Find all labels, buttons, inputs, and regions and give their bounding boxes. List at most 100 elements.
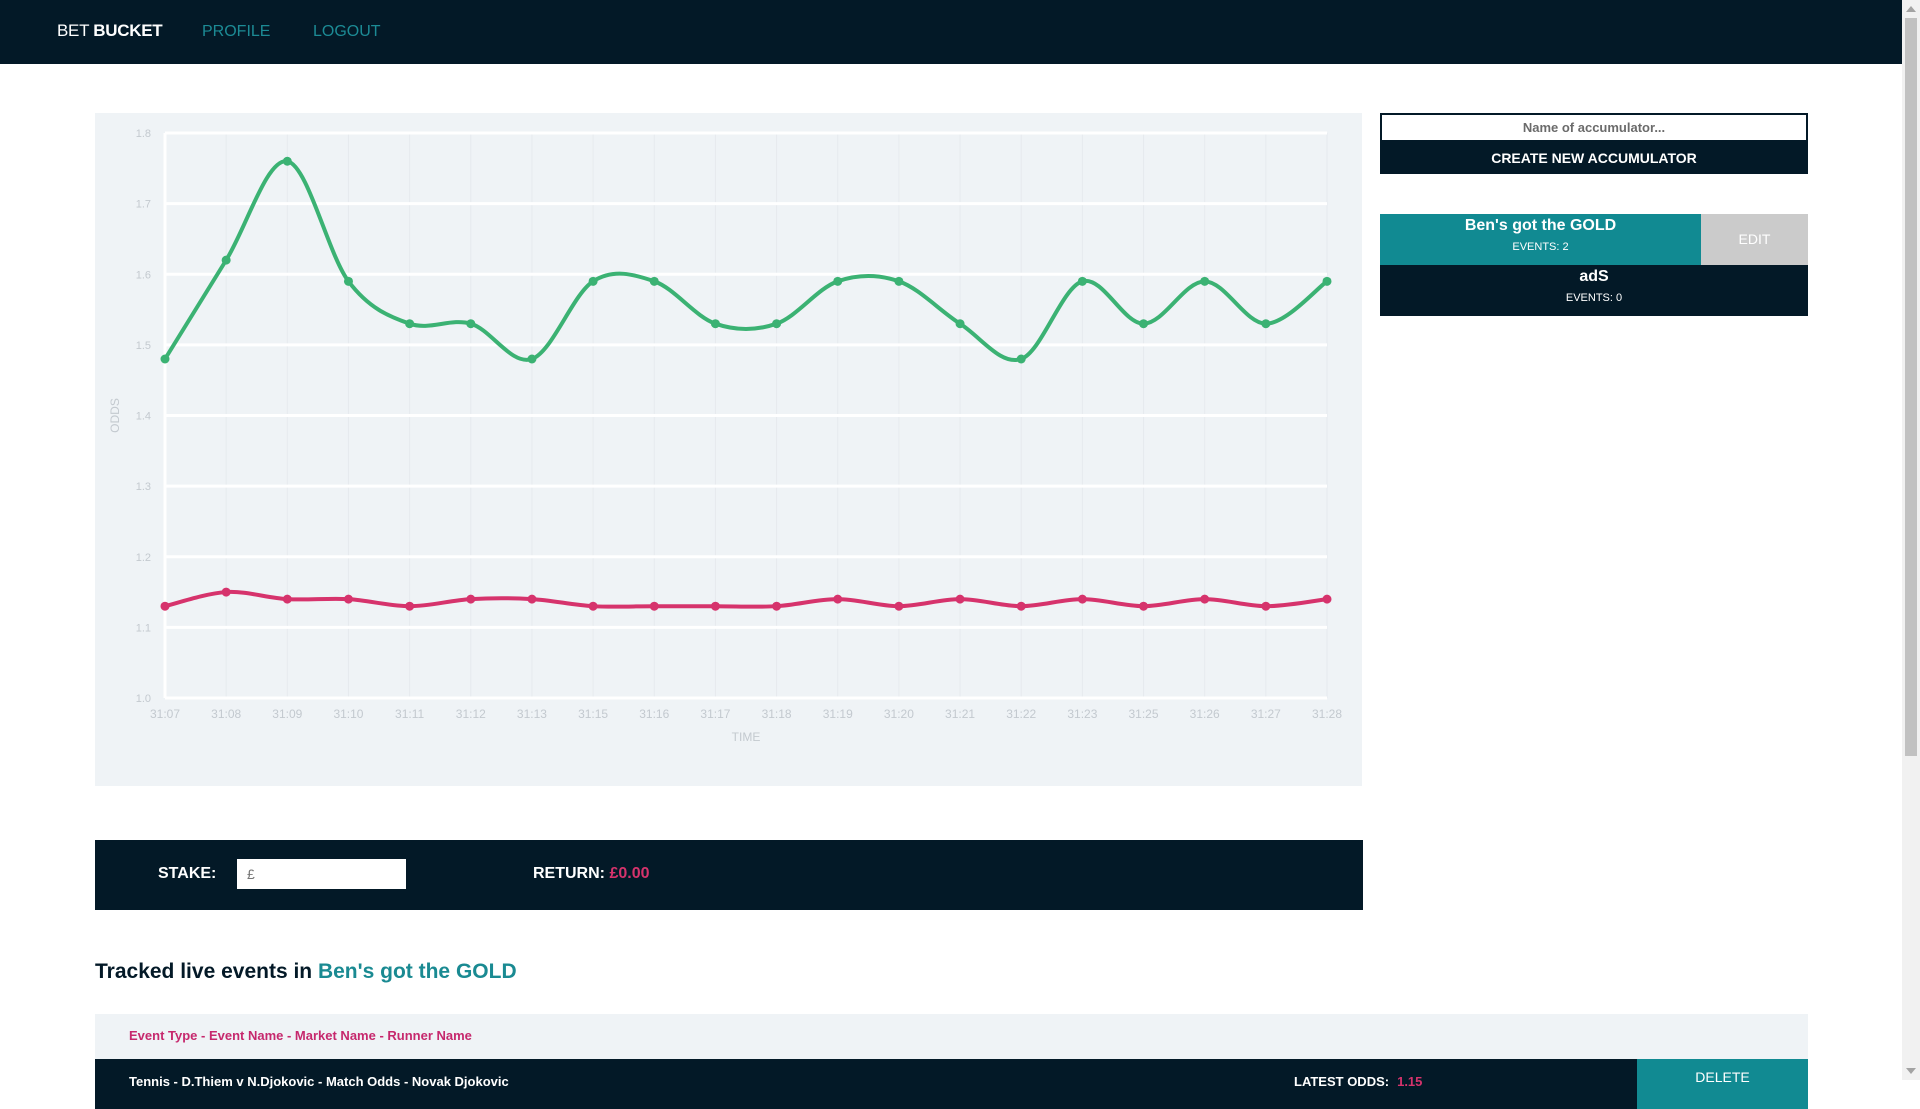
odds-chart: 1.0 1.1 1.2 1.3 1.4 1.5 1.6 1.7 1.8 31:07 31:08 31:… <box>108 128 1342 744</box>
y-axis-title: ODDS <box>108 398 122 433</box>
series-line-0 <box>163 159 1329 363</box>
brand-part1: BET <box>57 21 94 40</box>
series-line-1 <box>163 589 1329 609</box>
tracked-heading-prefix: Tracked live events in <box>95 960 318 983</box>
create-accumulator-button[interactable]: CREATE NEW ACCUMULATOR <box>1380 142 1808 174</box>
accumulator-item[interactable]: adS EVENTS: 0 <box>1380 265 1808 316</box>
scroll-up-arrow-icon[interactable] <box>1906 6 1916 12</box>
series-point-0 <box>1016 354 1026 364</box>
x-tick-label: 31:17 <box>700 707 730 721</box>
x-tick-label: 31:21 <box>945 707 975 721</box>
series-point-0 <box>160 354 170 364</box>
x-tick-label: 31:18 <box>762 707 792 721</box>
series-point-0 <box>1077 276 1087 286</box>
y-tick-label: 1.3 <box>136 481 151 493</box>
series-point-1 <box>1077 594 1087 604</box>
series-point-0 <box>1139 319 1149 329</box>
series-point-0 <box>405 319 415 329</box>
return-value: £0.00 <box>609 865 650 882</box>
x-tick-label: 31:12 <box>456 707 486 721</box>
series-point-1 <box>282 594 292 604</box>
tracked-events-heading: Tracked live events in Ben's got the GOL… <box>95 960 517 984</box>
series-point-1 <box>160 601 170 611</box>
accumulator-name-input[interactable] <box>1380 113 1808 142</box>
series-point-0 <box>710 319 720 329</box>
series-point-1 <box>772 601 782 611</box>
series-point-1 <box>1016 601 1026 611</box>
x-tick-label: 31:27 <box>1251 707 1281 721</box>
y-tick-label: 1.5 <box>136 340 151 352</box>
x-tick-label: 31:23 <box>1067 707 1097 721</box>
accumulator-events-count: EVENTS: 0 <box>1565 292 1623 304</box>
x-tick-label: 31:28 <box>1312 707 1342 721</box>
series-point-1 <box>833 594 843 604</box>
accumulator-name: adS <box>1579 268 1609 285</box>
top-nav-bar: BET BUCKET PROFILE LOGOUT <box>0 0 1902 64</box>
x-axis-title: TIME <box>732 730 761 744</box>
x-tick-label: 31:19 <box>823 707 853 721</box>
delete-event-button[interactable]: DELETE <box>1637 1059 1808 1109</box>
series-point-1 <box>343 594 353 604</box>
y-tick-label: 1.6 <box>136 269 151 281</box>
accumulator-item[interactable]: Ben's got the GOLD EVENTS: 2 EDIT <box>1380 214 1808 265</box>
scroll-down-arrow-icon[interactable] <box>1906 1068 1916 1074</box>
x-tick-label: 31:09 <box>272 707 302 721</box>
series-point-1 <box>710 601 720 611</box>
event-name: Tennis - D.Thiem v N.Djokovic - Match Od… <box>129 1074 509 1089</box>
series-point-1 <box>221 587 231 597</box>
return-display: RETURN: £0.00 <box>533 865 650 883</box>
series-point-1 <box>405 601 415 611</box>
series-point-0 <box>1261 319 1271 329</box>
series-point-0 <box>649 276 659 286</box>
series-point-0 <box>343 276 353 286</box>
series-point-1 <box>1322 594 1332 604</box>
x-tick-label: 31:13 <box>517 707 547 721</box>
stake-input[interactable] <box>237 859 406 889</box>
series-point-1 <box>466 594 476 604</box>
latest-odds: LATEST ODDS: 1.15 <box>1294 1074 1422 1089</box>
y-tick-label: 1.7 <box>136 199 151 211</box>
nav-logout-link[interactable]: LOGOUT <box>313 23 381 41</box>
accumulator-select-ads[interactable]: adS EVENTS: 0 <box>1380 265 1808 316</box>
series-point-0 <box>772 319 782 329</box>
x-tick-label: 31:16 <box>639 707 669 721</box>
brand-logo[interactable]: BET BUCKET <box>57 21 163 41</box>
y-tick-label: 1.2 <box>136 552 151 564</box>
series-point-1 <box>527 594 537 604</box>
accumulator-name: Ben's got the GOLD <box>1464 217 1617 234</box>
series-point-1 <box>1261 601 1271 611</box>
series-point-0 <box>282 156 292 166</box>
scroll-thumb[interactable] <box>1905 18 1917 756</box>
x-tick-label: 31:22 <box>1006 707 1036 721</box>
series-point-0 <box>221 255 231 265</box>
y-tick-label: 1.1 <box>136 622 151 634</box>
accumulator-events-count: EVENTS: 2 <box>1512 241 1569 253</box>
x-tick-label: 31:26 <box>1190 707 1220 721</box>
x-tick-label: 31:25 <box>1129 707 1159 721</box>
series-point-1 <box>1139 601 1149 611</box>
y-tick-label: 1.8 <box>136 128 151 140</box>
series-point-0 <box>1200 276 1210 286</box>
return-label: RETURN: <box>533 865 605 882</box>
series-point-0 <box>588 276 598 286</box>
x-tick-label: 31:20 <box>884 707 914 721</box>
stake-bar: STAKE: RETURN: £0.00 <box>95 840 1363 910</box>
series-point-0 <box>527 354 537 364</box>
series-point-1 <box>894 601 904 611</box>
series-point-0 <box>1322 276 1332 286</box>
series-point-1 <box>1200 594 1210 604</box>
series-point-1 <box>649 601 659 611</box>
x-tick-label: 31:08 <box>211 707 241 721</box>
accumulator-select-ben[interactable]: Ben's got the GOLD EVENTS: 2 <box>1380 214 1701 265</box>
series-point-1 <box>955 594 965 604</box>
nav-profile-link[interactable]: PROFILE <box>202 23 270 41</box>
x-tick-label: 31:11 <box>395 707 424 721</box>
series-point-0 <box>466 319 476 329</box>
edit-accumulator-button[interactable]: EDIT <box>1701 214 1808 265</box>
series-point-0 <box>894 276 904 286</box>
page-scrollbar[interactable] <box>1902 0 1920 1080</box>
events-table-header: Event Type - Event Name - Market Name - … <box>95 1014 1808 1059</box>
latest-odds-label: LATEST ODDS: <box>1294 1074 1390 1089</box>
odds-chart-panel: 1.0 1.1 1.2 1.3 1.4 1.5 1.6 1.7 1.8 31:07 31:08 31:… <box>95 113 1362 786</box>
x-tick-label: 31:07 <box>150 707 180 721</box>
